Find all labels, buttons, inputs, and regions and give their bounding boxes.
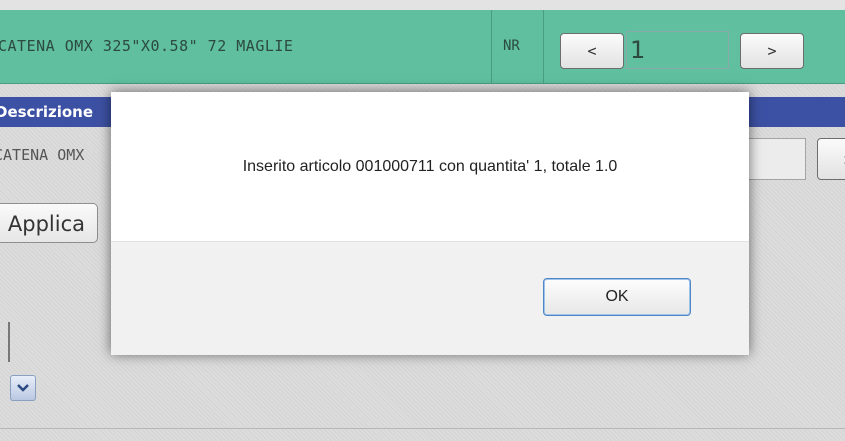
ok-button[interactable]: OK: [543, 278, 691, 316]
modal-overlay: Inserito articolo 001000711 con quantita…: [0, 0, 845, 441]
dialog-message: Inserito articolo 001000711 con quantita…: [242, 158, 618, 175]
alert-dialog: Inserito articolo 001000711 con quantita…: [111, 92, 749, 355]
dialog-footer: OK: [111, 241, 749, 355]
